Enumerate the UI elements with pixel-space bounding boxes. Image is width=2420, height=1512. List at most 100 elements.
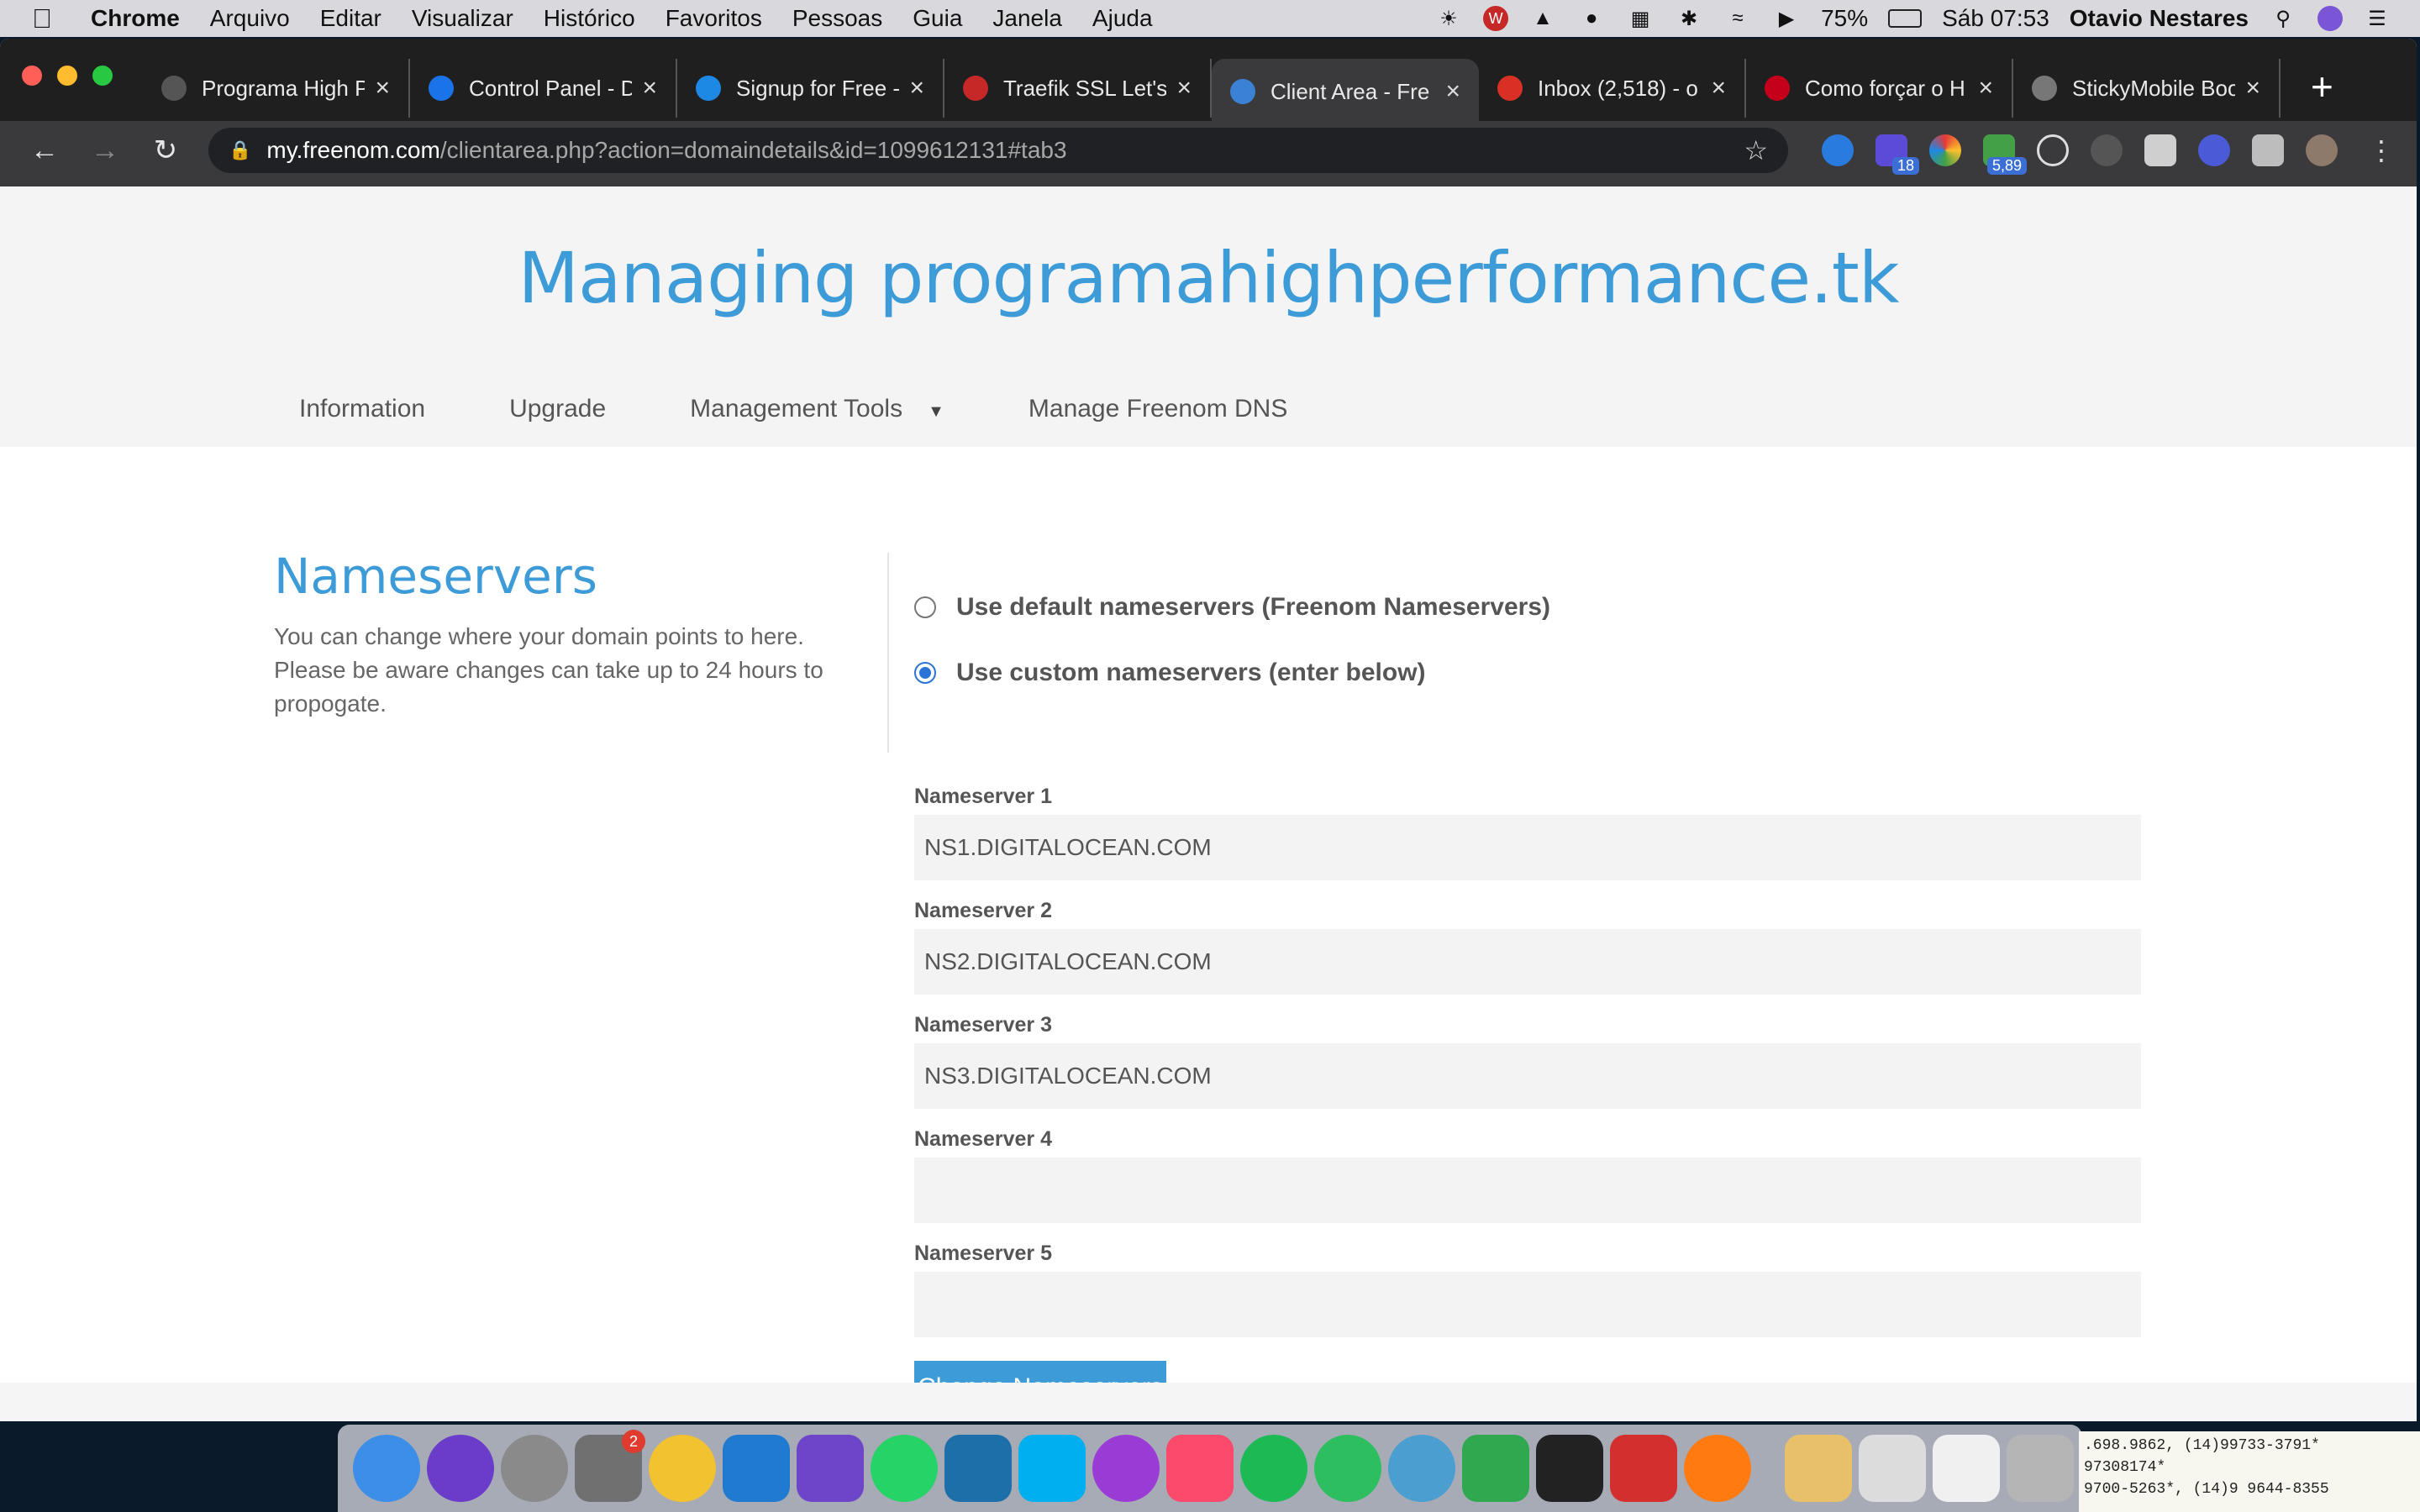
menu-janela[interactable]: Janela xyxy=(992,5,1062,32)
subnav-manage-freenom-dns[interactable]: Manage Freenom DNS xyxy=(1028,395,1287,423)
tab-close-icon[interactable]: × xyxy=(1176,74,1192,102)
subnav-management-tools[interactable]: Management Tools ▼ xyxy=(690,395,944,423)
dock-whatsapp-icon[interactable] xyxy=(871,1435,938,1502)
menu-ajuda[interactable]: Ajuda xyxy=(1092,5,1153,32)
wifi-icon[interactable]: ≈ xyxy=(1723,6,1752,31)
browser-tab[interactable]: Control Panel - D × xyxy=(410,59,677,118)
tab-close-icon[interactable]: × xyxy=(1978,74,1993,102)
nameserver-3-input[interactable] xyxy=(914,1043,2141,1109)
sticky-note-window[interactable]: .698.9862, (14)99733-3791* 97308174* 970… xyxy=(2079,1431,2420,1512)
colorpick-extension-icon[interactable] xyxy=(1822,134,1854,166)
app-name-menu[interactable]: Chrome xyxy=(91,5,180,32)
dock-firefox-icon[interactable] xyxy=(1684,1435,1751,1502)
battery-icon[interactable] xyxy=(1888,9,1923,28)
minimize-window-button[interactable] xyxy=(57,66,77,86)
browser-tab[interactable]: StickyMobile Boo × xyxy=(2013,59,2281,118)
subnav-information[interactable]: Information xyxy=(299,395,425,423)
browser-tab[interactable]: Programa High P × xyxy=(143,59,410,118)
siri-icon[interactable] xyxy=(2317,6,2343,31)
browser-tab[interactable]: Client Area - Fre × xyxy=(1212,59,1479,124)
dock-skype-icon[interactable] xyxy=(1018,1435,1086,1502)
sun-icon[interactable]: ☀ xyxy=(1434,6,1463,31)
dock-downloads-stack-icon[interactable] xyxy=(1859,1435,1926,1502)
maximize-window-button[interactable] xyxy=(92,66,113,86)
dock-documents-stack-icon[interactable] xyxy=(1785,1435,1852,1502)
close-window-button[interactable] xyxy=(22,66,42,86)
lock-extension-icon[interactable]: 5,89 xyxy=(1983,134,2027,175)
dock-trash-icon[interactable] xyxy=(2007,1435,2074,1502)
subnav-upgrade[interactable]: Upgrade xyxy=(509,395,606,423)
chrome-menu-icon[interactable]: ⋮ xyxy=(2368,134,2395,166)
dock-numbers-icon[interactable] xyxy=(1462,1435,1529,1502)
lock-icon[interactable]: 🔒 xyxy=(229,139,251,161)
dock-nordvpn-icon[interactable] xyxy=(1388,1435,1455,1502)
tab-close-icon[interactable]: × xyxy=(1445,77,1460,106)
forward-arrow-icon[interactable]: → xyxy=(82,134,128,167)
radio-default-input[interactable] xyxy=(914,596,936,618)
menu-editar[interactable]: Editar xyxy=(320,5,381,32)
menu-bar-clock[interactable]: Sáb 07:53 xyxy=(1942,5,2049,32)
dock-evernote-icon[interactable] xyxy=(1314,1435,1381,1502)
dock-chrome-icon[interactable] xyxy=(649,1435,716,1502)
nameserver-1-input[interactable] xyxy=(914,815,2141,880)
gear-extension-icon[interactable] xyxy=(2198,134,2230,166)
tab-close-icon[interactable]: × xyxy=(375,74,390,102)
dock-github-desktop-icon[interactable] xyxy=(797,1435,864,1502)
dock-system-preferences-icon[interactable]: 2 xyxy=(575,1430,645,1502)
wappler-status-icon[interactable]: W xyxy=(1483,6,1509,31)
browser-tab[interactable]: Inbox (2,518) - o × xyxy=(1479,59,1746,118)
dock-launchpad-icon[interactable] xyxy=(501,1435,568,1502)
tab-close-icon[interactable]: × xyxy=(642,74,657,102)
dock-wappler-icon[interactable] xyxy=(1610,1435,1677,1502)
dock-siri-icon[interactable] xyxy=(427,1435,494,1502)
window-extension-icon[interactable] xyxy=(2144,134,2176,166)
menu-visualizar[interactable]: Visualizar xyxy=(412,5,513,32)
radio-default-nameservers[interactable]: Use default nameservers (Freenom Nameser… xyxy=(914,593,1550,622)
reload-icon[interactable]: ↻ xyxy=(143,134,188,167)
menu-arquivo[interactable]: Arquivo xyxy=(210,5,290,32)
nameserver-5-input[interactable] xyxy=(914,1272,2141,1337)
browser-tab[interactable]: Como forçar o H × xyxy=(1746,59,2013,118)
menu-bar-username[interactable]: Otavio Nestares xyxy=(2070,5,2249,32)
browser-tab[interactable]: Signup for Free - × xyxy=(677,59,944,118)
dock-terminal-icon[interactable] xyxy=(1536,1435,1603,1502)
dock-screenshot-stack-icon[interactable] xyxy=(1933,1435,2000,1502)
profile-avatar[interactable] xyxy=(2306,134,2338,166)
radio-custom-nameservers[interactable]: Use custom nameservers (enter below) xyxy=(914,659,1426,687)
spotlight-search-icon[interactable]: ⚲ xyxy=(2269,6,2297,31)
volume-icon[interactable]: ▶ xyxy=(1772,6,1801,31)
disabled-extension-icon[interactable] xyxy=(2091,134,2123,166)
color-extension-icon[interactable] xyxy=(1929,134,1961,166)
new-tab-button[interactable]: + xyxy=(2311,64,2333,109)
address-bar[interactable]: 🔒 my.freenom.com /clientarea.php?action=… xyxy=(208,128,1788,173)
tab-close-icon[interactable]: × xyxy=(909,74,924,102)
dock-music-icon[interactable] xyxy=(1166,1435,1234,1502)
docker-icon[interactable]: ▦ xyxy=(1626,6,1655,31)
nameserver-4-input[interactable] xyxy=(914,1158,2141,1223)
dock-mysql-workbench-icon[interactable] xyxy=(944,1435,1012,1502)
puzzle-extensions-icon[interactable] xyxy=(2252,134,2284,166)
back-arrow-icon[interactable]: ← xyxy=(22,134,67,167)
notification-center-icon[interactable]: ☰ xyxy=(2363,6,2391,31)
menu-guia[interactable]: Guia xyxy=(913,5,962,32)
extension-icon-with-badge[interactable]: 18 xyxy=(1876,134,1919,175)
change-nameservers-button[interactable]: Change Nameservers xyxy=(914,1361,1166,1383)
dock-vscode-icon[interactable] xyxy=(723,1435,790,1502)
dock-finder-icon[interactable] xyxy=(353,1435,420,1502)
apple-icon[interactable]:  xyxy=(32,3,60,34)
react-devtools-icon[interactable] xyxy=(2037,134,2069,166)
elephant-icon[interactable]: ● xyxy=(1577,6,1606,31)
vpn-status-icon[interactable]: ▲ xyxy=(1528,6,1557,31)
dock-podcasts-icon[interactable] xyxy=(1092,1435,1160,1502)
tab-close-icon[interactable]: × xyxy=(1711,74,1726,102)
bluetooth-icon[interactable]: ✱ xyxy=(1675,6,1703,31)
radio-custom-input[interactable] xyxy=(914,662,936,684)
menu-pessoas[interactable]: Pessoas xyxy=(792,5,882,32)
tab-close-icon[interactable]: × xyxy=(2245,74,2260,102)
nameserver-2-input[interactable] xyxy=(914,929,2141,995)
dock-spotify-icon[interactable] xyxy=(1240,1435,1307,1502)
browser-tab[interactable]: Traefik SSL Let's × xyxy=(944,59,1212,118)
menu-historico[interactable]: Histórico xyxy=(544,5,635,32)
menu-favoritos[interactable]: Favoritos xyxy=(666,5,762,32)
bookmark-star-icon[interactable]: ☆ xyxy=(1744,134,1768,166)
